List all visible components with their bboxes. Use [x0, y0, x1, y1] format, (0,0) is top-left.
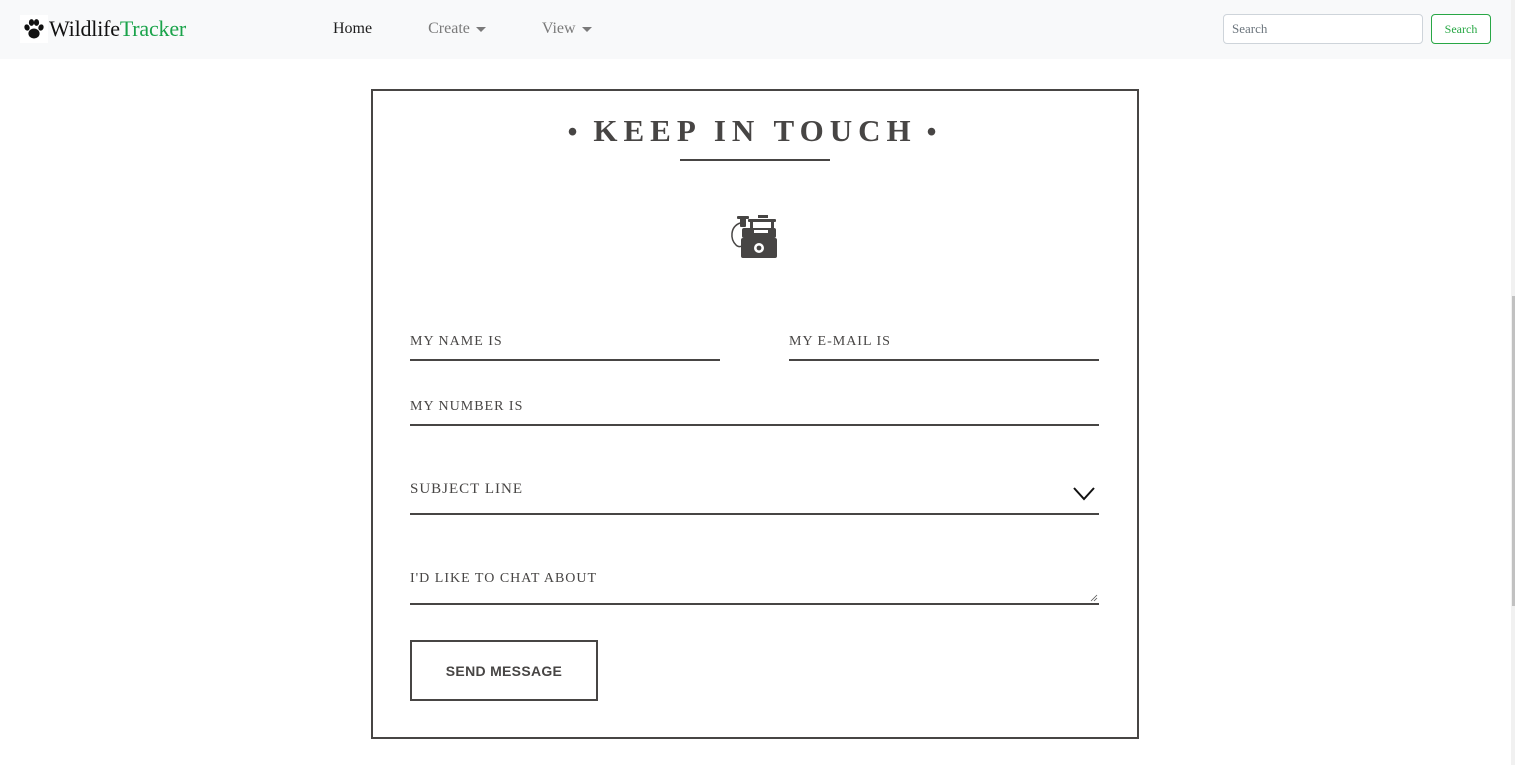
brand-name-tracker: Tracker [119, 16, 187, 41]
navbar: WildlifeTracker Home Create View Search [0, 0, 1511, 59]
title-bullet-left: • [567, 117, 584, 148]
brand-name: WildlifeTracker [49, 14, 186, 44]
telephone-icon [728, 215, 782, 259]
title-underline [680, 159, 830, 161]
message-field [410, 567, 1099, 605]
email-input[interactable] [789, 323, 1099, 359]
message-textarea[interactable] [410, 567, 1099, 603]
search-input[interactable] [1223, 14, 1423, 44]
subject-select-value: SUBJECT LINE [410, 481, 523, 497]
name-input[interactable] [410, 323, 720, 359]
search-button[interactable]: Search [1431, 14, 1491, 44]
nav-dropdown-create-label: Create [428, 20, 470, 37]
title-bullet-right: • [926, 117, 943, 148]
chevron-down-icon [1073, 487, 1095, 501]
brand-name-wildlife: Wildlife [49, 16, 120, 41]
contact-form: • KEEP IN TOUCH • MY NAME IS MY E-MAIL I… [371, 89, 1139, 739]
brand-logo-link[interactable]: WildlifeTracker [20, 14, 186, 44]
subject-select[interactable]: SUBJECT LINE [410, 469, 1099, 515]
paw-icon [20, 15, 48, 43]
form-header: • KEEP IN TOUCH • [373, 111, 1137, 153]
email-field [789, 323, 1099, 361]
caret-down-icon [581, 27, 592, 32]
nav-dropdown-view-label: View [541, 20, 576, 37]
form-title: • KEEP IN TOUCH • [558, 111, 953, 153]
nav-dropdown-create[interactable]: Create [428, 18, 486, 40]
number-field [410, 387, 1099, 426]
caret-down-icon [475, 27, 486, 32]
name-field [410, 323, 720, 361]
nav-links: Home Create View [333, 18, 592, 40]
resize-grip-icon[interactable] [1090, 594, 1098, 602]
nav-dropdown-view[interactable]: View [542, 18, 592, 40]
form-title-text: KEEP IN TOUCH [593, 113, 917, 148]
nav-link-home[interactable]: Home [333, 18, 372, 40]
number-input[interactable] [410, 387, 1099, 424]
send-message-button[interactable]: SEND MESSAGE [410, 640, 598, 701]
nav-link-home-label: Home [333, 20, 373, 37]
